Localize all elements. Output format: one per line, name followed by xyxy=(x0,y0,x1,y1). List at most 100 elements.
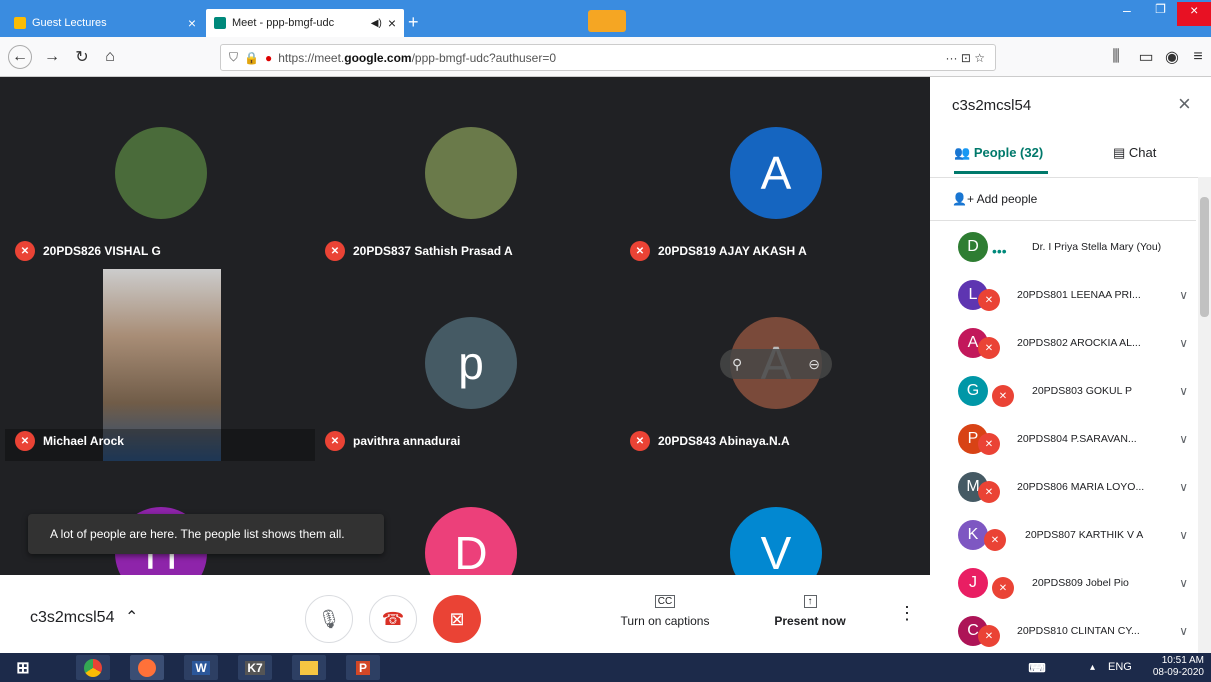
home-icon[interactable]: ⌂ xyxy=(98,45,122,69)
url-bar[interactable]: ⛉ 🔒 ● https://meet.google.com/ppp-bmgf-u… xyxy=(220,44,996,71)
participant-tile[interactable]: p ✕ pavithra annadurai xyxy=(315,267,615,457)
permissions-icon[interactable]: ● xyxy=(265,51,272,65)
mic-off-icon: ✕ xyxy=(325,241,345,261)
meeting-code: c3s2mcsl54 xyxy=(30,609,115,626)
tray-chevron-icon[interactable]: ▴ xyxy=(1090,662,1095,673)
mic-off-icon: ✕ xyxy=(978,433,1000,455)
windows-start-icon[interactable]: ⊞ xyxy=(4,655,42,680)
call-controls-bar: c3s2mcsl54 ⌃ 🎙 ☎ ⊠ CC Turn on captions ↑… xyxy=(0,575,930,653)
tab-meet[interactable]: Meet - ppp-bmgf-udc ◀) × xyxy=(206,9,404,37)
new-tab-button[interactable]: + xyxy=(408,12,419,33)
participant-list-item[interactable]: D ••• Dr. I Priya Stella Mary (You) xyxy=(930,223,1196,270)
account-icon[interactable]: ◉ xyxy=(1160,45,1184,69)
participant-avatar: p xyxy=(425,317,517,409)
add-people-button[interactable]: 👤+ Add people xyxy=(952,192,1037,206)
word-icon[interactable]: W xyxy=(184,655,218,680)
chrome-icon[interactable] xyxy=(76,655,110,680)
mic-off-icon: ✕ xyxy=(978,625,1000,647)
participant-list-item[interactable]: A ✕ 20PDS802 AROCKIA AL... ∨ xyxy=(930,319,1196,366)
mic-off-icon: ✕ xyxy=(325,431,345,451)
remove-icon[interactable]: ⊖ xyxy=(808,356,820,373)
participant-list-item[interactable]: P ✕ 20PDS804 P.SARAVAN... ∨ xyxy=(930,415,1196,462)
firefox-sharing-indicator[interactable] xyxy=(588,10,626,32)
audio-playing-icon[interactable]: ◀) xyxy=(371,18,382,29)
chevron-down-icon[interactable]: ∨ xyxy=(1179,384,1188,398)
chevron-down-icon[interactable]: ∨ xyxy=(1179,432,1188,446)
tab-close-button[interactable]: × xyxy=(388,15,396,31)
k7-icon[interactable]: K7 xyxy=(238,655,272,680)
mic-off-icon: ✕ xyxy=(992,577,1014,599)
language-indicator[interactable]: ENG xyxy=(1108,661,1132,673)
keyboard-icon[interactable]: ⌨ xyxy=(1024,655,1050,680)
mic-off-icon: ✕ xyxy=(630,241,650,261)
file-explorer-icon[interactable] xyxy=(292,655,326,680)
participant-avatar: J xyxy=(958,567,988,598)
scrollbar-thumb[interactable] xyxy=(1200,197,1209,317)
microphone-button[interactable]: 🎙 xyxy=(305,595,353,643)
pin-icon[interactable]: ⚲ xyxy=(732,356,742,373)
participant-list-item[interactable]: J ✕ 20PDS809 Jobel Pio ∨ xyxy=(930,559,1196,606)
maximize-icon[interactable]: ❐ xyxy=(1144,2,1178,26)
participant-list-item[interactable]: G ✕ 20PDS803 GOKUL P ∨ xyxy=(930,367,1196,414)
participant-list-item[interactable]: K ✕ 20PDS807 KARTHIK V A ∨ xyxy=(930,511,1196,558)
participant-tile[interactable]: ✕ 20PDS837 Sathish Prasad A xyxy=(315,77,615,267)
chevron-up-icon: ⌃ xyxy=(124,609,139,626)
participant-name: 20PDS843 Abinaya.N.A xyxy=(658,434,790,448)
tab-people[interactable]: 👥 People (32) xyxy=(954,145,1043,161)
tab-close-button[interactable]: × xyxy=(188,15,196,31)
participant-name: pavithra annadurai xyxy=(353,434,461,448)
close-panel-icon[interactable]: × xyxy=(1178,91,1191,117)
captions-button[interactable]: CC Turn on captions xyxy=(600,593,730,628)
participant-name: 20PDS819 AJAY AKASH A xyxy=(658,244,807,258)
leave-call-button[interactable]: ☎ xyxy=(369,595,417,643)
reload-icon[interactable]: ↻ xyxy=(70,45,94,69)
firefox-icon[interactable] xyxy=(130,655,164,680)
captions-icon: CC xyxy=(654,595,676,608)
active-tab-indicator xyxy=(954,171,1048,174)
chevron-down-icon[interactable]: ∨ xyxy=(1179,336,1188,350)
participant-list-item[interactable]: M ✕ 20PDS806 MARIA LOYO... ∨ xyxy=(930,463,1196,510)
participant-avatar: D xyxy=(958,231,988,262)
participant-name: 20PDS802 AROCKIA AL... xyxy=(1017,336,1141,349)
more-options-icon[interactable]: ⋮ xyxy=(898,603,916,624)
participant-tile[interactable]: A ✕ 20PDS819 AJAY AKASH A xyxy=(620,77,920,267)
participant-tile[interactable]: ✕ 20PDS826 VISHAL G xyxy=(5,77,305,267)
participant-tile[interactable]: A ⚲ ⊖ ✕20PDS843 Abinaya.N.A xyxy=(620,267,920,457)
participant-name: Dr. I Priya Stella Mary (You) xyxy=(1032,240,1162,253)
chevron-down-icon[interactable]: ∨ xyxy=(1179,624,1188,638)
close-window-icon[interactable]: × xyxy=(1177,2,1211,26)
phone-hangup-icon: ☎ xyxy=(381,608,405,629)
navigation-bar: ← → ↻ ⌂ ⛉ 🔒 ● https://meet.google.com/pp… xyxy=(0,37,1211,77)
tab-guest-lectures[interactable]: Guest Lectures × xyxy=(6,9,204,37)
participant-photo xyxy=(425,127,517,219)
forward-icon[interactable]: → xyxy=(40,45,64,69)
participant-list-item[interactable]: L ✕ 20PDS801 LEENAA PRI... ∨ xyxy=(930,271,1196,318)
participant-name: 20PDS810 CLINTAN CY... xyxy=(1017,624,1140,637)
participant-name: 20PDS806 MARIA LOYO... xyxy=(1017,480,1145,493)
chevron-down-icon[interactable]: ∨ xyxy=(1179,576,1188,590)
mic-off-icon: ✕ xyxy=(992,385,1014,407)
participant-avatar: G xyxy=(958,375,988,406)
back-icon[interactable]: ← xyxy=(8,45,32,69)
sidebar-icon[interactable]: ▭ xyxy=(1134,45,1158,69)
page-actions[interactable]: ··· ⊡ ☆ xyxy=(946,51,995,65)
clock[interactable]: 10:51 AM 08-09-2020 xyxy=(1142,655,1204,679)
menu-icon[interactable]: ≡ xyxy=(1186,45,1210,69)
participant-tile[interactable]: ✕ Michael Arock xyxy=(5,267,315,461)
library-icon[interactable]: ⫼ xyxy=(1104,45,1128,69)
speaking-indicator-icon: ••• xyxy=(992,243,1007,259)
camera-button[interactable]: ⊠ xyxy=(433,595,481,643)
present-now-button[interactable]: ↑ Present now xyxy=(760,593,860,628)
chevron-down-icon[interactable]: ∨ xyxy=(1179,528,1188,542)
mic-off-icon: ✕ xyxy=(630,431,650,451)
minimize-icon[interactable]: – xyxy=(1110,2,1144,26)
participant-list-item[interactable]: C ✕ 20PDS810 CLINTAN CY... ∨ xyxy=(930,607,1196,653)
meeting-details-button[interactable]: c3s2mcsl54 ⌃ xyxy=(30,607,138,627)
powerpoint-icon[interactable]: P xyxy=(346,655,380,680)
participant-tile[interactable]: V xyxy=(620,457,920,575)
participant-avatar: K xyxy=(958,519,988,550)
panel-scrollbar[interactable] xyxy=(1198,177,1211,653)
chevron-down-icon[interactable]: ∨ xyxy=(1179,288,1188,302)
chevron-down-icon[interactable]: ∨ xyxy=(1179,480,1188,494)
tab-chat[interactable]: ▤ Chat xyxy=(1113,145,1156,161)
